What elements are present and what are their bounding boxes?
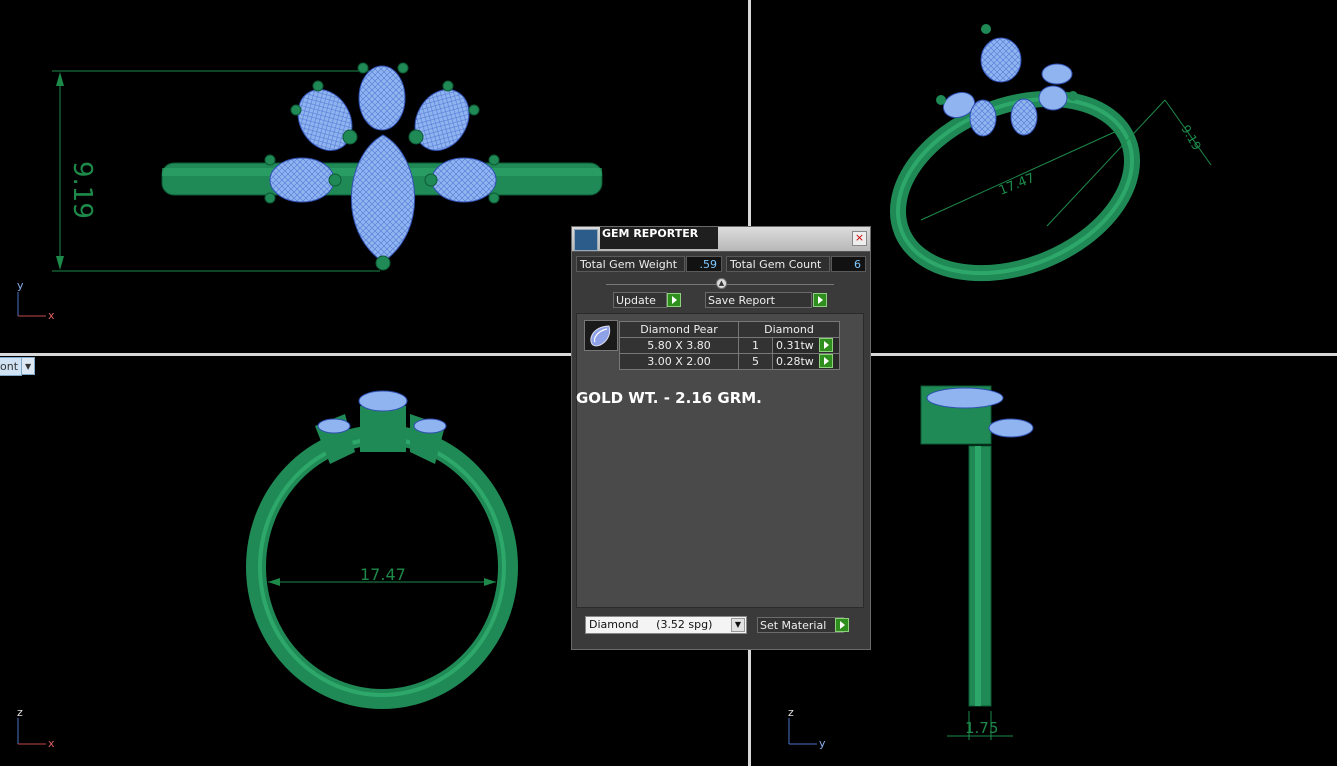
chevron-down-icon[interactable]: ▼: [22, 357, 36, 375]
axis-z-label-right: z: [788, 706, 794, 719]
gem-reporter-panel: GEM REPORTER × Total Gem Weight .59 Tota…: [571, 226, 871, 650]
axis-y-label: y: [17, 279, 24, 292]
axis-z-label: z: [17, 706, 23, 719]
table-header-type: Diamond: [738, 321, 840, 338]
gold-weight-note: GOLD WT. - 2.16 GRM.: [576, 389, 762, 407]
gem-weight: 0.31tw: [772, 337, 840, 354]
gem-weight-value: 0.28tw: [776, 354, 814, 368]
update-go-icon[interactable]: [667, 293, 681, 307]
table-row: 3.00 X 2.00 5 0.28tw: [619, 353, 840, 370]
inner-diameter-dimension: 17.47: [360, 565, 406, 584]
panel-title: GEM REPORTER: [600, 227, 718, 249]
band-width-dimension: 1.75: [965, 719, 998, 737]
set-material-button[interactable]: Set Material: [757, 617, 844, 633]
total-gem-weight-label: Total Gem Weight: [576, 256, 685, 272]
total-gem-count-value: 6: [831, 256, 866, 272]
pear-diamond-icon: [584, 320, 618, 351]
axis-y-label-right: y: [819, 737, 826, 750]
material-select-value: Diamond (3.52 spg): [589, 618, 713, 631]
gem-reporter-app-icon: [574, 229, 598, 251]
chevron-down-icon[interactable]: ▼: [731, 618, 745, 632]
update-button[interactable]: Update: [613, 292, 667, 308]
gem-reporter-titlebar[interactable]: GEM REPORTER ×: [572, 227, 870, 252]
gem-count: 5: [738, 353, 773, 370]
gem-weight: 0.28tw: [772, 353, 840, 370]
gem-count: 1: [738, 337, 773, 354]
report-area: Diamond Pear Diamond 5.80 X 3.80 1 0.31t…: [576, 313, 864, 608]
gem-size: 5.80 X 3.80: [619, 337, 739, 354]
table-header-row: Diamond Pear Diamond: [619, 321, 840, 338]
gem-weight-value: 0.31tw: [776, 338, 814, 352]
material-select[interactable]: Diamond (3.52 spg) ▼: [585, 616, 747, 634]
axis-x-label: x: [48, 309, 55, 322]
viewport-view-menu[interactable]: ont ▼: [0, 357, 36, 376]
table-row: 5.80 X 3.80 1 0.31tw: [619, 337, 840, 354]
close-icon[interactable]: ×: [852, 231, 867, 246]
total-gem-weight-value: .59: [686, 256, 722, 272]
height-dimension-persp: 9.19: [1178, 123, 1203, 153]
viewport-view-label[interactable]: ont: [0, 357, 23, 376]
table-header-shape: Diamond Pear: [619, 321, 739, 338]
row-go-icon[interactable]: [819, 337, 834, 352]
height-dimension: 9.19: [67, 161, 97, 219]
axis-x-label-front: x: [48, 737, 55, 750]
collapse-icon[interactable]: ▲: [716, 278, 727, 289]
save-report-button[interactable]: Save Report: [705, 292, 812, 308]
width-dimension: 17.47: [997, 171, 1037, 199]
gem-table: Diamond Pear Diamond 5.80 X 3.80 1 0.31t…: [619, 321, 840, 370]
set-material-go-icon[interactable]: [835, 618, 849, 632]
row-go-icon[interactable]: [819, 353, 834, 368]
total-gem-count-label: Total Gem Count: [726, 256, 830, 272]
gem-size: 3.00 X 2.00: [619, 353, 739, 370]
save-report-go-icon[interactable]: [813, 293, 827, 307]
